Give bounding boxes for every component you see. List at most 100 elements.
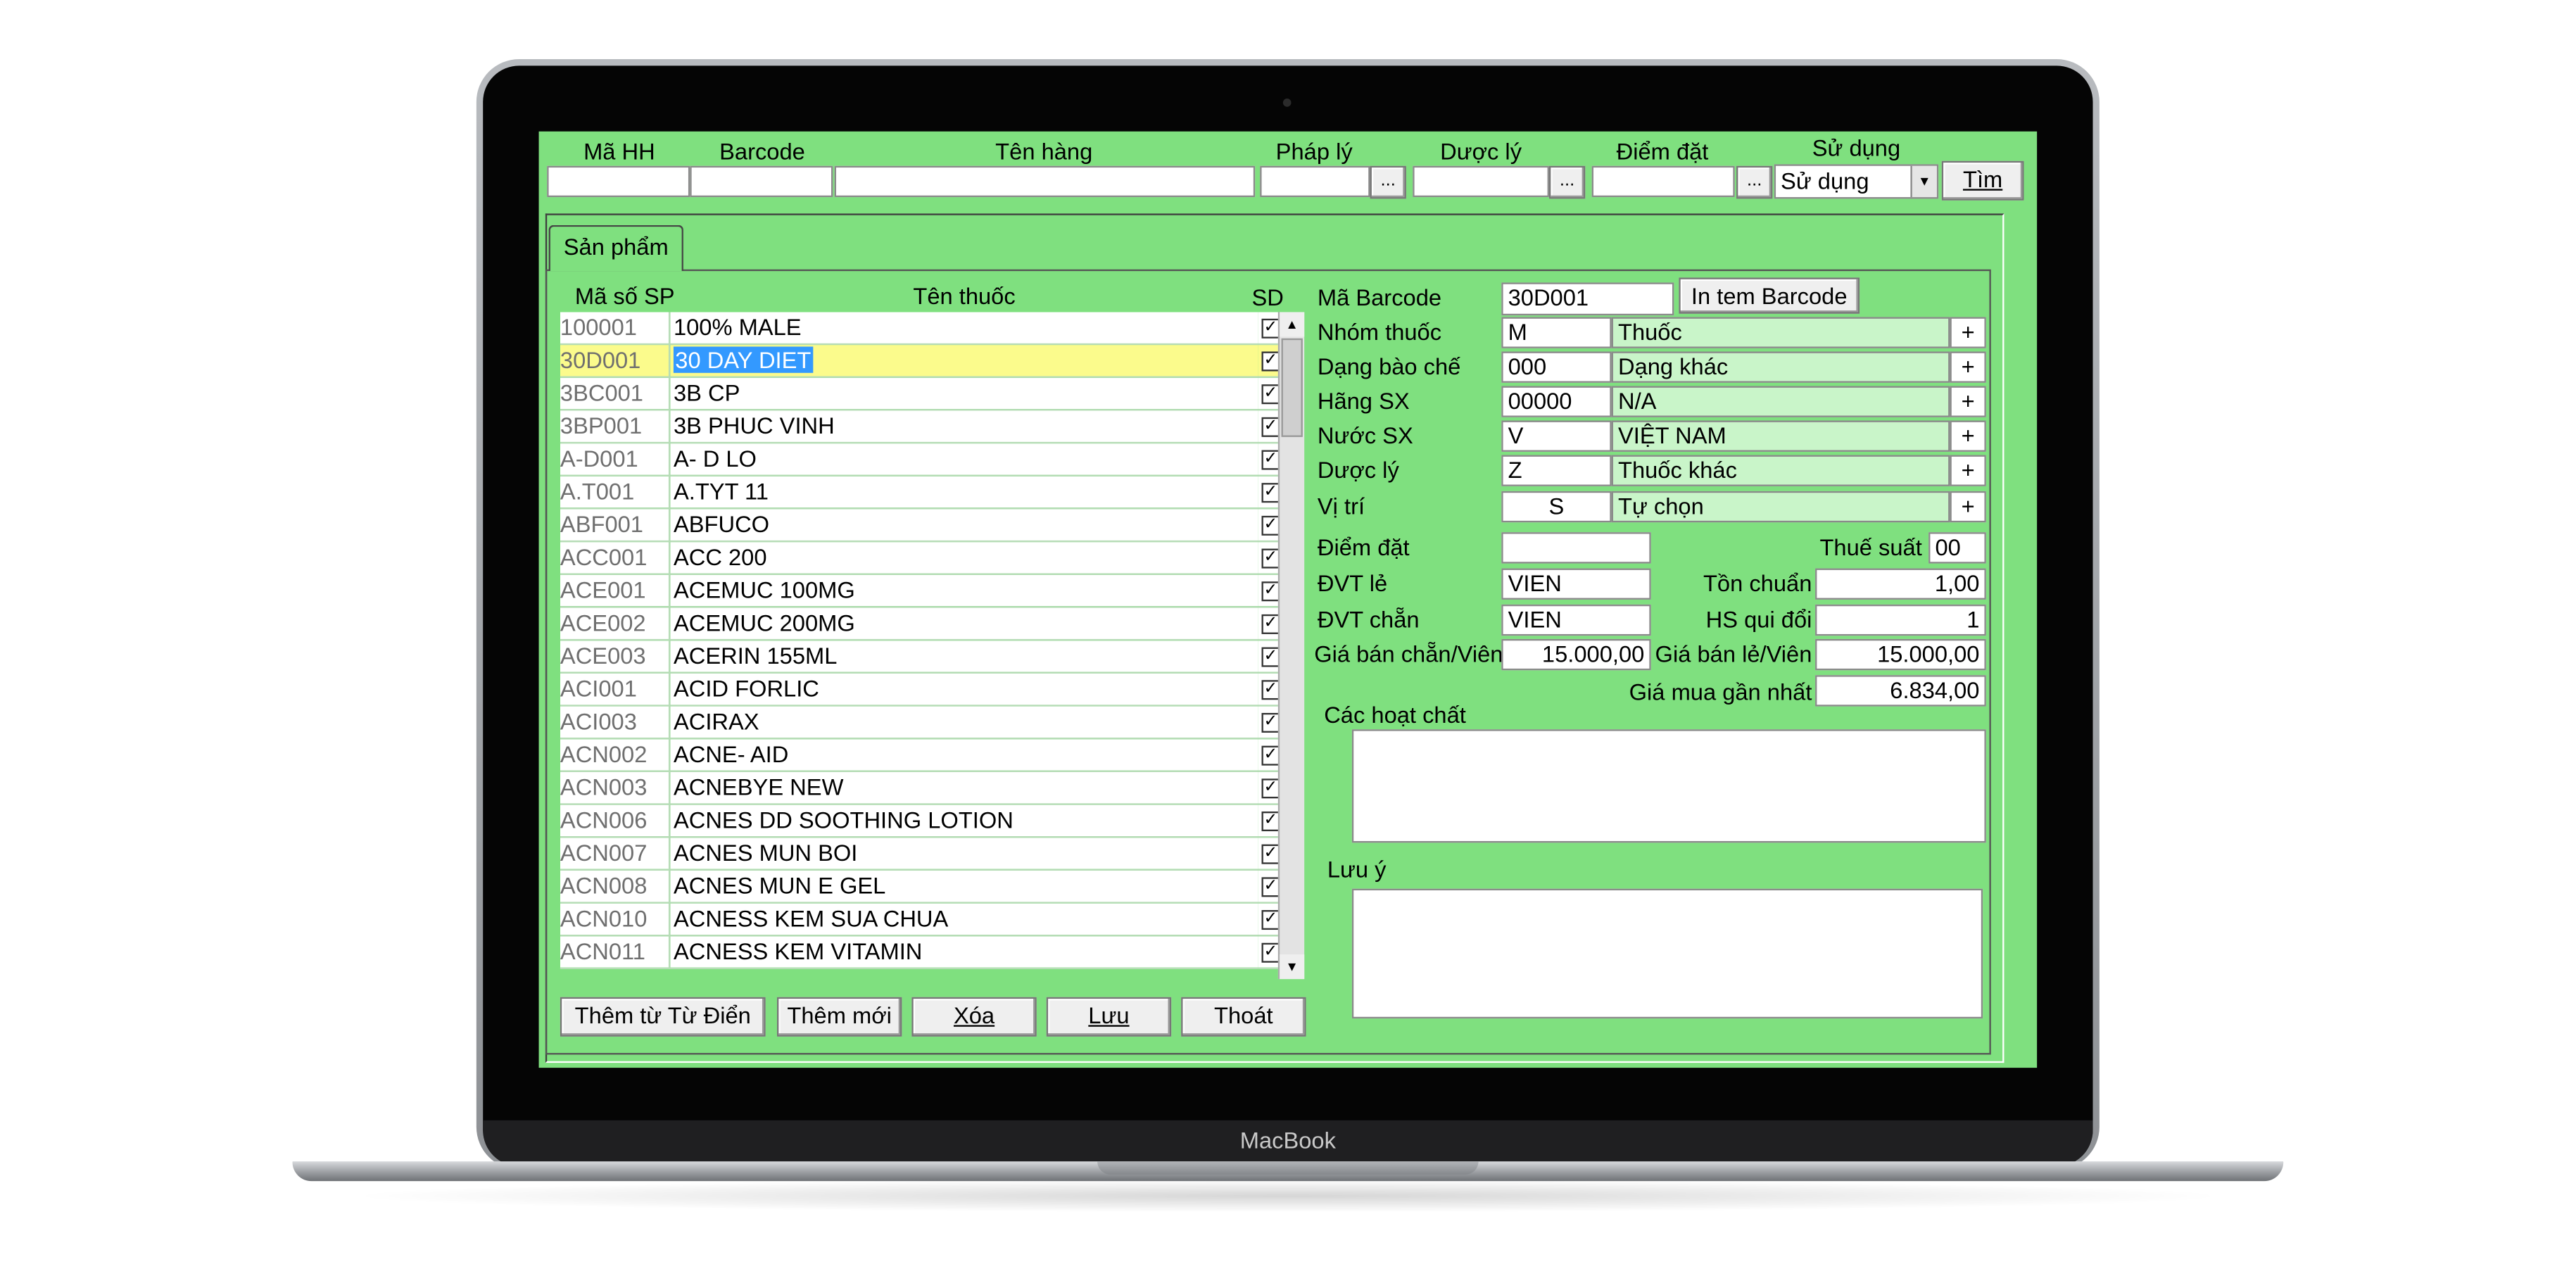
- maker-code-field[interactable]: 00000: [1501, 386, 1612, 417]
- scroll-up-icon[interactable]: ▲: [1280, 312, 1305, 337]
- pharma-browse-button[interactable]: ...: [1548, 165, 1586, 199]
- factor-field[interactable]: 1: [1815, 604, 1986, 636]
- label-barcode-detail: Mã Barcode: [1317, 284, 1442, 311]
- exit-button[interactable]: Thoát: [1181, 997, 1306, 1037]
- list-row[interactable]: 3BP001 3B PHUC VINH ✓: [560, 410, 1283, 444]
- search-barcode-input[interactable]: [690, 165, 833, 198]
- list-row[interactable]: 100001 100% MALE ✓: [560, 312, 1283, 346]
- list-row[interactable]: ACN008 ACNES MUN E GEL ✓: [560, 869, 1283, 904]
- unit-retail-field[interactable]: VIEN: [1501, 568, 1651, 600]
- row-code: ACN007: [560, 837, 671, 871]
- list-row[interactable]: ACN003 ACNEBYE NEW ✓: [560, 771, 1283, 805]
- note-textarea[interactable]: [1351, 888, 1983, 1019]
- row-name: ACID FORLIC: [669, 672, 1258, 707]
- label-usage: Sử dụng: [1812, 134, 1901, 161]
- row-name-selected: 30 DAY DIET: [673, 346, 813, 373]
- laptop-notch: [1097, 1161, 1479, 1175]
- label-point-detail: Điểm đặt: [1317, 533, 1410, 560]
- add-country-button[interactable]: +: [1950, 420, 1986, 452]
- add-location-button[interactable]: +: [1950, 491, 1986, 523]
- row-name: ACEMUC 200MG: [669, 607, 1258, 641]
- search-code-input[interactable]: [547, 165, 690, 198]
- ingredients-textarea[interactable]: [1351, 729, 1986, 843]
- label-product-name: Tên hàng: [995, 138, 1093, 165]
- add-form-button[interactable]: +: [1950, 351, 1986, 383]
- legal-browse-button[interactable]: ...: [1370, 165, 1406, 199]
- point-browse-button[interactable]: ...: [1736, 165, 1773, 199]
- row-name: ACNES MUN E GEL: [669, 869, 1258, 904]
- list-row[interactable]: ABF001 ABFUCO ✓: [560, 508, 1283, 543]
- add-from-dictionary-button[interactable]: Thêm từ Từ Điển: [560, 997, 766, 1037]
- row-name: 100% MALE: [669, 312, 1258, 346]
- usage-select[interactable]: Sử dụng ▼: [1774, 164, 1939, 199]
- search-legal-input[interactable]: [1260, 165, 1370, 198]
- tab-products[interactable]: Sản phẩm: [548, 225, 683, 272]
- label-legal: Pháp lý: [1275, 138, 1353, 165]
- list-scrollbar[interactable]: ▲ ▼: [1277, 312, 1305, 980]
- add-maker-button[interactable]: +: [1950, 386, 1986, 417]
- search-name-input[interactable]: [834, 165, 1256, 198]
- device-brand: MacBook: [1239, 1127, 1336, 1154]
- find-button[interactable]: Tìm: [1941, 160, 2024, 201]
- label-group: Nhóm thuốc: [1317, 318, 1442, 346]
- search-point-input[interactable]: [1591, 165, 1735, 198]
- list-row[interactable]: A.T001 A.TYT 11 ✓: [560, 475, 1283, 510]
- country-code-field[interactable]: V: [1501, 420, 1612, 452]
- row-code: 3BC001: [560, 377, 671, 411]
- list-row[interactable]: 3BC001 3B CP ✓: [560, 377, 1283, 411]
- list-row[interactable]: ACN007 ACNES MUN BOI ✓: [560, 837, 1283, 871]
- scroll-thumb[interactable]: [1281, 338, 1303, 437]
- row-code: ACE001: [560, 574, 671, 608]
- list-row[interactable]: ACE002 ACEMUC 200MG ✓: [560, 607, 1283, 641]
- delete-button[interactable]: Xóa: [911, 997, 1037, 1037]
- last-buy-field[interactable]: 6.834,00: [1815, 675, 1986, 707]
- label-country: Nước SX: [1317, 422, 1413, 449]
- unit-pack-field[interactable]: VIEN: [1501, 604, 1651, 636]
- row-name: ACERIN 155ML: [669, 640, 1258, 674]
- point-field[interactable]: [1501, 532, 1651, 564]
- list-row[interactable]: ACE001 ACEMUC 100MG ✓: [560, 574, 1283, 608]
- row-name: 3B CP: [669, 377, 1258, 411]
- row-name: ACNESS KEM SUA CHUA: [669, 902, 1258, 937]
- location-code-field[interactable]: S: [1501, 491, 1612, 523]
- barcode-field[interactable]: 30D001: [1501, 282, 1674, 316]
- label-stock: Tồn chuẩn: [1703, 569, 1812, 597]
- tax-field[interactable]: 00: [1928, 532, 1986, 564]
- maker-name-field: N/A: [1611, 386, 1950, 417]
- label-tax: Thuế suất: [1819, 533, 1922, 560]
- scroll-down-icon[interactable]: ▼: [1280, 954, 1305, 980]
- price-retail-field[interactable]: 15.000,00: [1815, 638, 1986, 671]
- group-code-field[interactable]: M: [1501, 317, 1612, 348]
- row-code: ACN003: [560, 771, 671, 805]
- print-barcode-button[interactable]: In tem Barcode: [1679, 277, 1860, 314]
- row-name: ABFUCO: [669, 508, 1258, 543]
- chevron-down-icon[interactable]: ▼: [1910, 165, 1937, 198]
- list-row[interactable]: ACE003 ACERIN 155ML ✓: [560, 640, 1283, 674]
- product-list[interactable]: 100001 100% MALE ✓ 30D001 30 DAY DIET ✓ 3BC001…: [560, 312, 1283, 970]
- form-code-field[interactable]: 000: [1501, 351, 1612, 383]
- search-pharma-input[interactable]: [1413, 165, 1549, 198]
- list-row[interactable]: ACN011 ACNESS KEM VITAMIN ✓: [560, 935, 1283, 970]
- row-name: ACC 200: [669, 541, 1258, 575]
- list-row[interactable]: ACN010 ACNESS KEM SUA CHUA ✓: [560, 902, 1283, 937]
- add-group-button[interactable]: +: [1950, 317, 1986, 348]
- group-name-field: Thuốc: [1611, 317, 1950, 348]
- row-name: ACNE- AID: [669, 738, 1258, 772]
- list-row[interactable]: A-D001 A- D LO ✓: [560, 443, 1283, 476]
- list-row[interactable]: ACC001 ACC 200 ✓: [560, 541, 1283, 575]
- list-row[interactable]: ACN006 ACNES DD SOOTHING LOTION ✓: [560, 804, 1283, 838]
- add-pharma-button[interactable]: +: [1950, 455, 1986, 486]
- price-pack-field[interactable]: 15.000,00: [1501, 638, 1651, 671]
- pharma-code-field[interactable]: Z: [1501, 455, 1612, 486]
- list-row[interactable]: 30D001 30 DAY DIET ✓: [560, 343, 1283, 378]
- app-screen: Mã HH Barcode Tên hàng Pháp lý Dược lý Đ…: [538, 131, 2038, 1068]
- label-price-pack: Giá bán chẵn/Viên: [1314, 640, 1503, 667]
- list-row[interactable]: ACI003 ACIRAX ✓: [560, 705, 1283, 740]
- save-button[interactable]: Lưu: [1046, 997, 1172, 1037]
- row-code: ACN011: [560, 935, 671, 970]
- list-row[interactable]: ACN002 ACNE- AID ✓: [560, 738, 1283, 772]
- add-new-button[interactable]: Thêm mới: [776, 997, 902, 1037]
- list-row[interactable]: ACI001 ACID FORLIC ✓: [560, 672, 1283, 707]
- stock-field[interactable]: 1,00: [1815, 568, 1986, 600]
- label-pharma-detail: Dược lý: [1317, 456, 1399, 484]
